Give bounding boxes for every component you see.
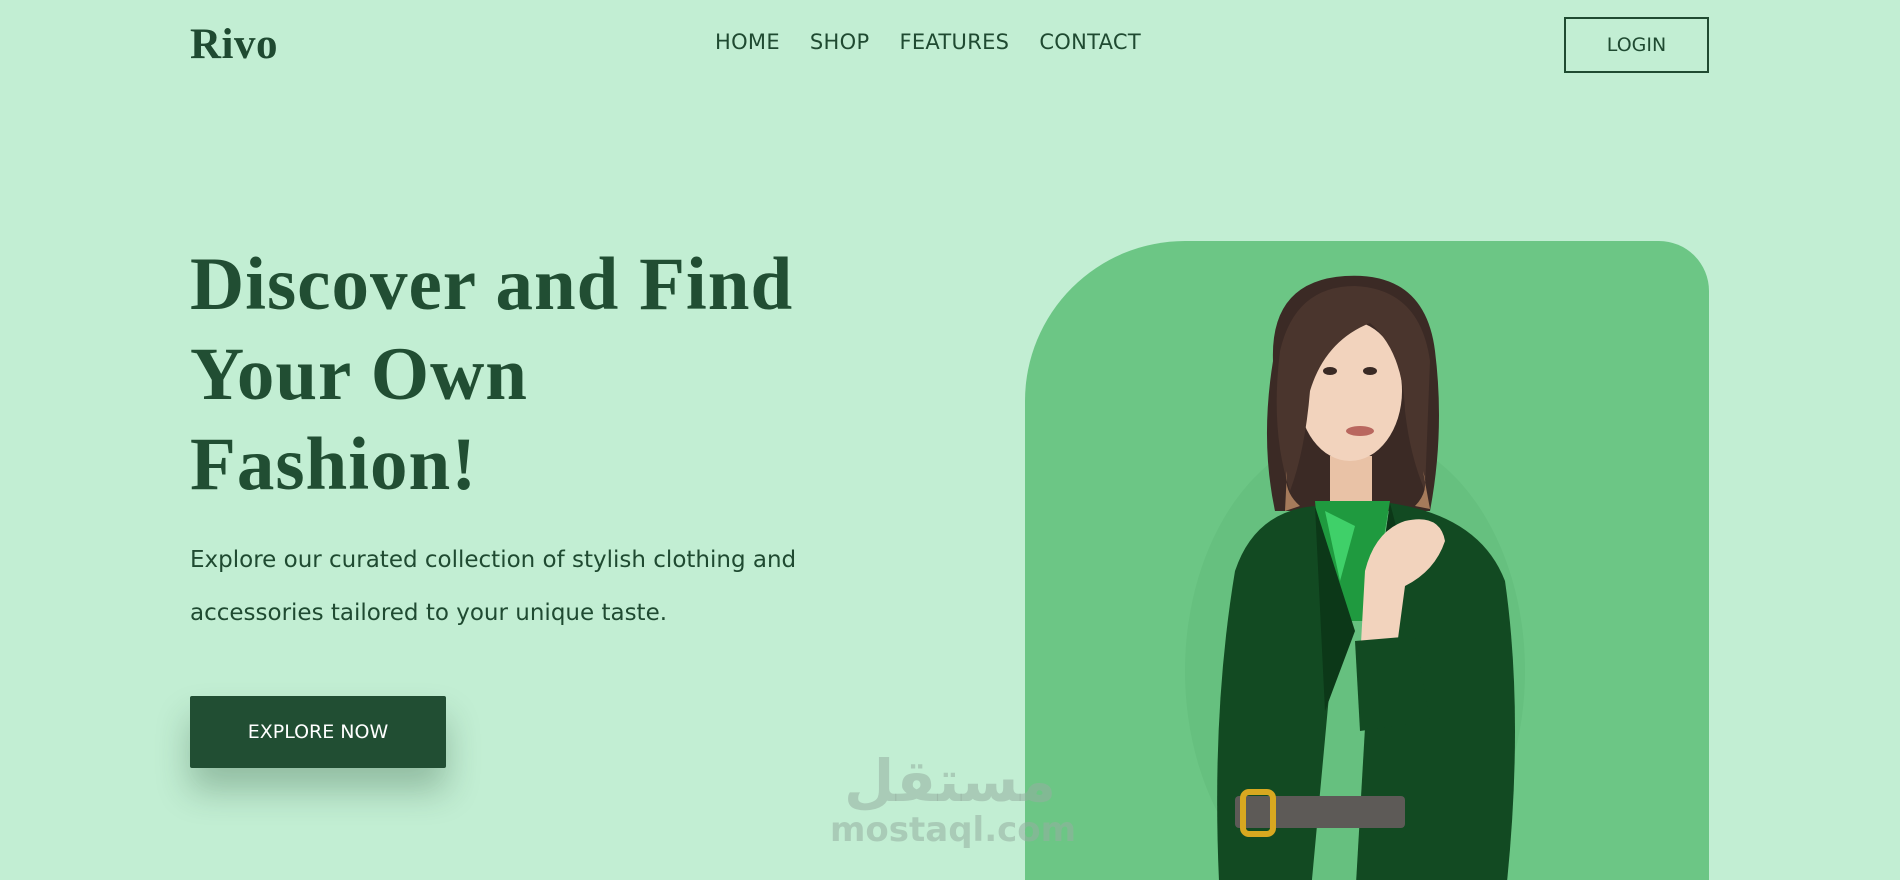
watermark-arabic: مستقل — [843, 747, 1057, 815]
explore-now-button[interactable]: EXPLORE NOW — [190, 696, 446, 768]
nav-features-link[interactable]: FEATURES — [899, 30, 1009, 54]
woman-in-green-suit-photo — [1185, 275, 1525, 880]
hero-image-panel — [1025, 241, 1709, 880]
nav-home-link[interactable]: HOME — [715, 30, 780, 54]
hero-description: Explore our curated collection of stylis… — [190, 534, 850, 640]
main-nav: HOME SHOP FEATURES CONTACT — [715, 30, 1141, 54]
nav-contact-link[interactable]: CONTACT — [1039, 30, 1141, 54]
brand-logo[interactable]: Rivo — [190, 20, 278, 69]
hero-title-line: Discover and Find — [190, 243, 794, 326]
hero-title-line: Your Own — [190, 333, 528, 416]
hero-description-line: accessories tailored to your unique tast… — [190, 600, 668, 626]
watermark-latin: mostaql.com — [830, 810, 1077, 850]
hero-title-line: Fashion! — [190, 423, 478, 506]
hero-title: Discover and Find Your Own Fashion! — [190, 240, 890, 510]
hero-description-line: Explore our curated collection of stylis… — [190, 547, 797, 573]
nav-shop-link[interactable]: SHOP — [810, 30, 870, 54]
watermark: مستقل mostaql.com — [830, 747, 1077, 850]
landing-page: Rivo HOME SHOP FEATURES CONTACT LOGIN Di… — [0, 0, 1900, 880]
login-button[interactable]: LOGIN — [1564, 17, 1709, 73]
